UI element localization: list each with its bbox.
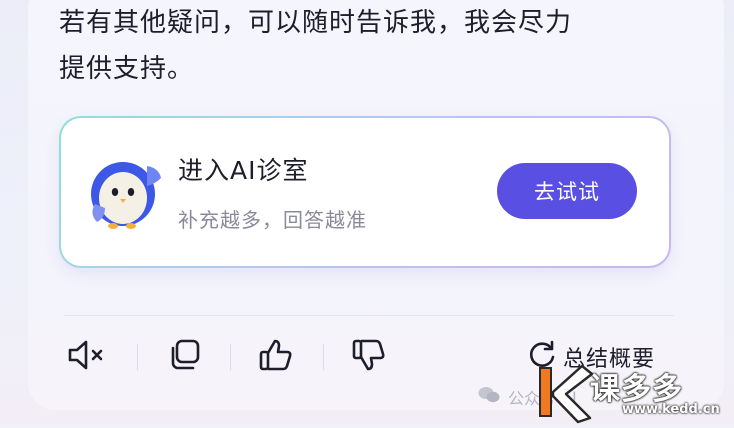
action-separator [323, 344, 324, 370]
action-separator [230, 344, 231, 370]
copy-button[interactable] [165, 337, 205, 377]
copy-icon [167, 337, 203, 377]
speaker-mute-icon [66, 338, 108, 376]
wechat-icon [478, 386, 500, 408]
divider [64, 315, 674, 316]
like-button[interactable] [257, 337, 297, 377]
try-button[interactable]: 去试试 [497, 163, 637, 219]
dislike-button[interactable] [350, 337, 390, 377]
ai-clinic-promo-card[interactable]: 进入AI诊室 补充越多，回答越准 去试试 [59, 116, 671, 268]
bird-mascot-icon [87, 152, 167, 232]
promo-title: 进入AI诊室 [178, 156, 309, 185]
message-line-1: 若有其他疑问，可以随时告诉我，我会尽力 [59, 8, 573, 38]
assistant-message: 若有其他疑问，可以随时告诉我，我会尽力 提供支持。 [59, 0, 699, 92]
mute-button[interactable] [67, 337, 107, 377]
thumbs-up-icon [258, 337, 296, 377]
logo-url: www.kedd.cn [622, 402, 720, 417]
action-separator [137, 344, 138, 370]
thumbs-down-icon [351, 337, 389, 377]
message-line-2: 提供支持。 [59, 54, 195, 84]
promo-subtitle: 补充越多，回答越准 [178, 208, 367, 232]
